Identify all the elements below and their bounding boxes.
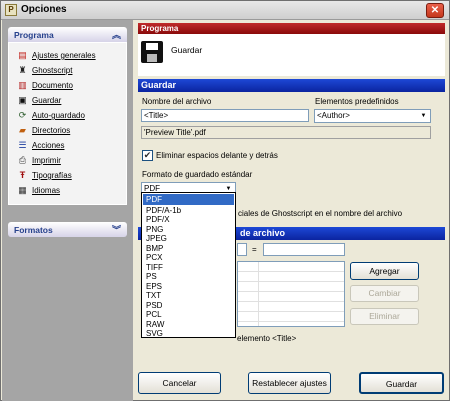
programa-group-title: Programa [14,30,54,40]
languages-icon: ▦ [18,185,27,195]
chevron-down-icon: ▼ [420,113,427,119]
sidebar-item-acciones[interactable]: ☰ Acciones [17,139,127,153]
equals-sign: = [252,245,257,254]
substitutions-list[interactable] [237,261,345,327]
floppy-disk-icon: ▣ [18,95,27,105]
sidebar-item-ghostscript[interactable]: ♜ Ghostscript [17,64,127,78]
sidebar-item-label: Documento [32,81,73,90]
program-section-bar: Programa [138,23,445,34]
options-window: P Opciones ✕ Programa ︽ ▤ Ajustes genera… [0,0,450,401]
sidebar-item-label: Directorios [32,126,71,135]
sidebar: Programa ︽ ▤ Ajustes generales ♜ Ghostsc… [2,20,133,401]
printer-icon: ⎙ [18,155,27,165]
fonts-icon: Ŧ [19,170,26,180]
sidebar-item-ajustes-generales[interactable]: ▤ Ajustes generales [17,49,127,63]
sidebar-item-documento[interactable]: ▥ Documento [17,79,127,93]
ghostscript-icon: ♜ [18,65,27,75]
add-button[interactable]: Agregar [350,262,419,280]
format-options-list[interactable]: PDF PDF/A-1b PDF/X PNG JPEG BMP PCX TIFF… [141,192,236,338]
auto-save-icon: ⟳ [18,110,27,120]
window-title: Opciones [21,4,67,15]
expand-chevron-icon[interactable]: ︾ [112,223,121,236]
sidebar-item-directorios[interactable]: ▰ Directorios [17,124,127,138]
guardar-section-bar: Guardar [138,79,445,92]
sidebar-item-idiomas[interactable]: ▦ Idiomas [17,184,127,198]
sidebar-item-label: Guardar [32,96,62,105]
save-button[interactable]: Guardar [359,372,444,394]
sidebar-item-guardar[interactable]: ▣ Guardar [17,94,127,108]
page-header: Guardar [138,34,445,76]
presets-dropdown[interactable]: <Author> ▼ [314,109,431,123]
formatos-group-title: Formatos [14,225,53,235]
sidebar-item-label: Acciones [32,141,65,150]
format-option-svg[interactable]: SVG [143,328,234,339]
filename-preview: 'Preview Title'.pdf [141,126,431,139]
folder-icon: ▰ [19,125,26,135]
filename-field[interactable]: <Title> [141,109,309,122]
presets-value: <Author> [317,111,350,120]
replace-text-field[interactable] [263,243,345,256]
title-only-label: elemento <Title> [237,334,297,343]
search-text-field[interactable] [237,243,247,256]
document-icon: ▥ [18,80,27,90]
sidebar-item-imprimir[interactable]: ⎙ Imprimir [17,154,127,168]
reset-settings-button[interactable]: Restablecer ajustes [248,372,331,394]
programa-group-body: ▤ Ajustes generales ♜ Ghostscript ▥ Docu… [8,42,127,205]
default-format-label: Formato de guardado estándar [142,170,253,179]
cancel-button[interactable]: Cancelar [138,372,221,394]
page-title: Guardar [171,45,203,55]
remove-spaces-checkbox[interactable]: ✔ [142,150,153,161]
title-bar: P Opciones ✕ [1,1,449,20]
document-red-icon: ▤ [18,50,27,60]
programa-group-header[interactable]: Programa ︽ [8,27,127,42]
formatos-group-header[interactable]: Formatos ︾ [8,222,127,237]
filename-label: Nombre del archivo [142,97,212,106]
sidebar-item-label: Idiomas [32,186,61,195]
sidebar-item-label: Imprimir [32,156,61,165]
sidebar-item-label: Auto-guardado [32,111,85,120]
change-button[interactable]: Cambiar [350,285,419,302]
sidebar-item-tipografias[interactable]: Ŧ Tipografías [17,169,127,183]
sidebar-item-label: Ghostscript [32,66,73,75]
remove-spaces-label: Eliminar espacios delante y detrás [156,151,278,160]
sidebar-item-auto-guardado[interactable]: ⟳ Auto-guardado [17,109,127,123]
collapse-chevron-icon[interactable]: ︽ [112,28,121,41]
sidebar-item-label: Ajustes generales [32,51,96,60]
sidebar-item-label: Tipografías [32,171,72,180]
app-icon: P [5,4,17,16]
presets-label: Elementos predefinidos [315,97,399,106]
floppy-disk-icon [141,41,163,63]
substitutions-section-title: de archivo [240,228,286,238]
close-button[interactable]: ✕ [426,3,444,18]
format-option-pdf[interactable]: PDF [143,194,234,205]
ghostscript-chars-label: ciales de Ghostscript en el nombre del a… [238,209,403,218]
actions-icon: ☰ [18,140,27,150]
remove-button[interactable]: Eliminar [350,308,419,325]
